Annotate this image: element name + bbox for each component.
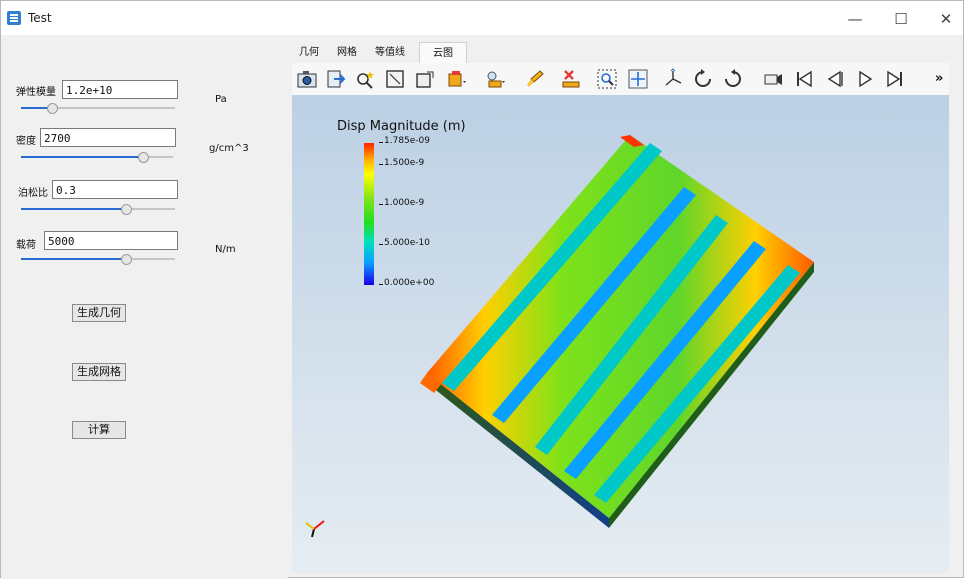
displacement-plot: [305, 135, 814, 538]
tab-geometry[interactable]: 几何: [292, 42, 326, 63]
generate-geometry-button[interactable]: 生成几何: [72, 304, 126, 322]
render-view[interactable]: Disp Magnitude (m) 1.785e-09 1.500e-9 1.…: [292, 95, 949, 573]
light-icon[interactable]: [484, 68, 506, 90]
density-input[interactable]: 2700: [40, 128, 176, 147]
window-title: Test: [28, 11, 52, 25]
poisson-ratio-input[interactable]: 0.3: [52, 180, 178, 199]
brush-icon[interactable]: [524, 68, 546, 90]
pan-icon[interactable]: [627, 68, 649, 90]
tab-mesh[interactable]: 网格: [330, 42, 364, 63]
elastic-modulus-slider[interactable]: [21, 101, 175, 115]
last-frame-icon[interactable]: [884, 68, 906, 90]
axes-icon[interactable]: [662, 68, 684, 90]
poisson-ratio-slider[interactable]: [21, 202, 175, 216]
maximize-button[interactable]: ☐: [887, 7, 915, 31]
frame-icon[interactable]: [384, 68, 406, 90]
previous-frame-icon[interactable]: [823, 68, 845, 90]
slider-handle[interactable]: [120, 204, 132, 215]
tab-cloud-map[interactable]: 云图: [419, 42, 467, 63]
rotate-cw-icon[interactable]: [692, 68, 714, 90]
render-view-edge: [951, 95, 963, 573]
slider-handle[interactable]: [137, 152, 149, 163]
vtk-toolbar: »: [292, 63, 949, 95]
load-unit: N/m: [215, 244, 236, 255]
elastic-modulus-unit: Pa: [215, 94, 227, 105]
orientation-axes-icon: [305, 520, 325, 538]
density-slider[interactable]: [21, 150, 173, 164]
close-button[interactable]: ✕: [932, 7, 960, 31]
load-slider[interactable]: [21, 252, 175, 266]
app-icon: [7, 11, 21, 25]
elastic-modulus-input[interactable]: 1.2e+10: [62, 80, 178, 99]
slider-handle[interactable]: [46, 103, 58, 114]
load-label: 载荷: [16, 240, 36, 251]
compute-button[interactable]: 计算: [72, 421, 126, 439]
main-window: Test — ☐ ✕ 弹性模量 1.2e+10 Pa 密度 2700 g/cm^…: [0, 0, 964, 579]
density-unit: g/cm^3: [209, 143, 249, 154]
load-input[interactable]: 5000: [44, 231, 178, 250]
first-frame-icon[interactable]: [793, 68, 815, 90]
minimize-button[interactable]: —: [841, 7, 869, 31]
camera-icon[interactable]: [296, 68, 318, 90]
probe-icon[interactable]: [354, 68, 376, 90]
elastic-modulus-label: 弹性模量: [16, 87, 56, 98]
delete-icon[interactable]: [560, 68, 582, 90]
export-icon[interactable]: [325, 68, 347, 90]
density-label: 密度: [16, 136, 36, 147]
title-bar: Test — ☐ ✕: [1, 1, 963, 35]
play-icon[interactable]: [854, 68, 876, 90]
parameter-panel: [1, 35, 288, 579]
rotate-ccw-icon[interactable]: [722, 68, 744, 90]
poisson-ratio-label: 泊松比: [18, 188, 48, 199]
box-icon[interactable]: [414, 68, 436, 90]
tab-contour[interactable]: 等值线: [369, 42, 411, 63]
more-tools-button[interactable]: »: [935, 71, 943, 86]
color-map-icon[interactable]: [445, 68, 467, 90]
zoom-box-icon[interactable]: [596, 68, 618, 90]
generate-mesh-button[interactable]: 生成网格: [72, 363, 126, 381]
slider-handle[interactable]: [120, 254, 132, 265]
record-icon[interactable]: [762, 68, 784, 90]
